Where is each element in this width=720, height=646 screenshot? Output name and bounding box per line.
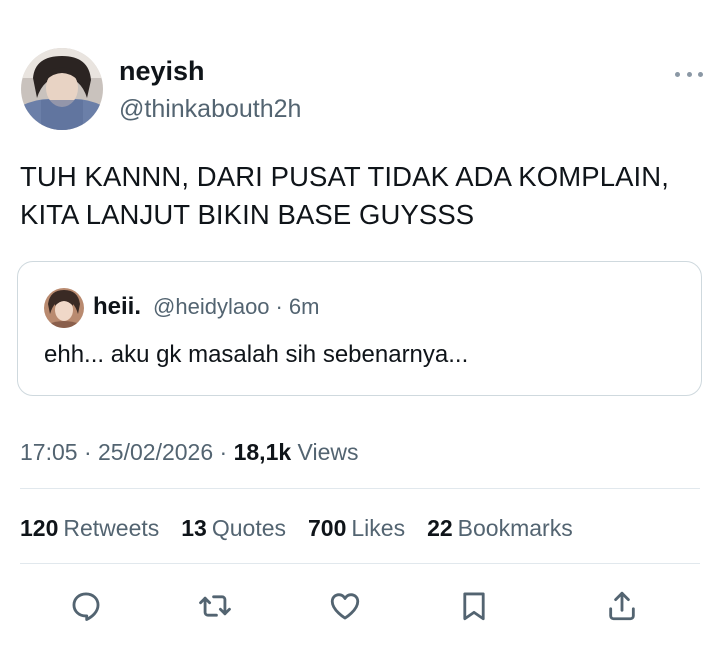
share-button[interactable]	[602, 584, 642, 628]
views-count[interactable]: 18,1k	[234, 439, 292, 465]
quote-handle[interactable]: @heidylaoo	[153, 294, 270, 320]
views-label[interactable]: Views	[298, 439, 359, 465]
meta-separator-2: ·	[219, 439, 228, 465]
reply-button[interactable]	[66, 584, 106, 628]
quote-time[interactable]: 6m	[289, 294, 320, 320]
reply-icon	[72, 592, 100, 621]
author-avatar[interactable]	[21, 48, 103, 130]
tweet-date[interactable]: 25/02/2026	[98, 439, 213, 465]
tweet-card: neyish @thinkabouth2h TUH KANNN, DARI PU…	[0, 0, 720, 646]
likes-count: 700	[308, 515, 347, 541]
stat-likes[interactable]: 700 Likes	[308, 514, 405, 542]
quote-author-avatar[interactable]	[44, 288, 84, 328]
tweet-text: TUH KANNN, DARI PUSAT TIDAK ADA KOMPLAIN…	[20, 161, 669, 230]
quote-author-avatar-image	[44, 288, 84, 328]
author-avatar-image	[21, 48, 103, 130]
meta-separator: ·	[83, 439, 92, 465]
bookmarks-count: 22	[427, 515, 453, 541]
likes-label: Likes	[351, 515, 406, 541]
divider-top	[20, 488, 700, 489]
stat-retweets[interactable]: 120 Retweets	[20, 514, 159, 542]
quote-display-name[interactable]: heii.	[93, 293, 141, 321]
retweet-button[interactable]	[195, 584, 235, 628]
quote-separator: ·	[275, 294, 283, 319]
tweet-time[interactable]: 17:05	[20, 439, 78, 465]
engagement-stats: 120 Retweets 13 Quotes 700 Likes 22 Bookmark…	[20, 514, 595, 542]
quote-text: ehh... aku gk masalah sih sebenarnya...	[44, 341, 469, 368]
divider-bottom	[20, 563, 700, 564]
heart-icon	[330, 593, 360, 620]
stat-bookmarks[interactable]: 22 Bookmarks	[427, 514, 573, 542]
stat-quotes[interactable]: 13 Quotes	[181, 514, 286, 542]
author-handle[interactable]: @thinkabouth2h	[119, 94, 301, 124]
like-button[interactable]	[325, 584, 365, 628]
share-icon	[609, 591, 635, 621]
quotes-label: Quotes	[211, 515, 286, 541]
action-bar	[0, 584, 720, 628]
retweet-icon	[199, 595, 231, 617]
bookmark-button[interactable]	[454, 584, 494, 628]
bookmark-icon	[463, 592, 485, 621]
tweet-meta: 17:05 · 25/02/2026 · 18,1k Views	[20, 438, 358, 466]
quoted-tweet[interactable]: heii. @heidylaoo · 6m ehh... aku gk masa…	[17, 261, 702, 396]
retweets-label: Retweets	[63, 515, 160, 541]
quotes-count: 13	[181, 515, 207, 541]
more-icon[interactable]	[675, 64, 703, 84]
retweets-count: 120	[20, 515, 59, 541]
author-display-name[interactable]: neyish	[119, 55, 205, 87]
bookmarks-label: Bookmarks	[457, 515, 573, 541]
quote-header: heii. @heidylaoo · 6m	[93, 293, 319, 321]
